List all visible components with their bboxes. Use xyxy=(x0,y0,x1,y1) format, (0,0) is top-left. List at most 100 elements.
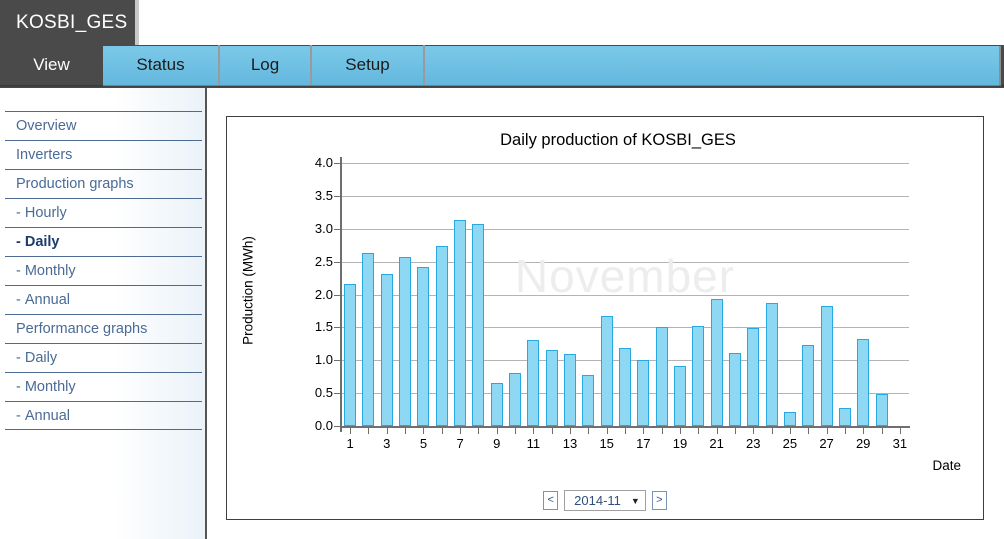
x-tick-label: 29 xyxy=(855,436,871,451)
x-tick-mark xyxy=(734,428,736,434)
x-tick-mark xyxy=(606,428,608,434)
prev-month-button[interactable]: < xyxy=(543,491,559,510)
y-tick-label: 4.0 xyxy=(314,155,333,170)
bar xyxy=(637,360,650,426)
bar xyxy=(417,266,430,426)
tab-status-label: Status xyxy=(136,55,185,74)
bar xyxy=(820,305,833,426)
bar xyxy=(545,349,558,426)
sidebar-item-dash: - xyxy=(16,379,21,395)
sidebar-item-dash: - xyxy=(16,350,21,366)
bar xyxy=(380,274,393,426)
sidebar-item-annual[interactable]: - Annual xyxy=(5,401,202,430)
sidebar-item-annual[interactable]: - Annual xyxy=(5,285,202,314)
chart-title: Daily production of KOSBI_GES xyxy=(500,131,736,149)
title-tab-edge xyxy=(135,0,139,45)
x-tick-label: 15 xyxy=(599,436,614,451)
bar xyxy=(344,283,357,426)
tab-status[interactable]: Status xyxy=(103,45,220,85)
x-axis-label: Date xyxy=(932,458,961,473)
bar xyxy=(673,365,686,426)
month-select-value: 2014-11 xyxy=(574,493,621,508)
bar xyxy=(838,407,851,426)
bar xyxy=(582,374,595,426)
chart-area: Daily production of KOSBI_GES Production… xyxy=(227,117,983,489)
bar xyxy=(362,253,375,426)
main-tabbar: View Status Log Setup xyxy=(0,45,1004,88)
x-tick-mark xyxy=(844,428,846,434)
bar xyxy=(435,245,448,426)
x-tick-mark xyxy=(533,428,535,434)
x-tick-mark xyxy=(826,428,828,434)
y-tick-label: 0.0 xyxy=(314,418,333,433)
x-tick-mark xyxy=(771,428,773,434)
tab-view-label: View xyxy=(33,55,70,74)
y-axis-label: Production (MWh) xyxy=(240,236,256,345)
x-tick-mark xyxy=(661,428,663,434)
x-tick-label: 11 xyxy=(526,436,541,451)
y-tick-label: 2.0 xyxy=(314,286,333,302)
y-tick-label: 1.0 xyxy=(314,352,333,368)
sidebar-item-hourly[interactable]: - Hourly xyxy=(5,198,202,227)
content-area: Daily production of KOSBI_GES Production… xyxy=(207,88,1004,539)
bar xyxy=(454,220,467,426)
sidebar-item-daily[interactable]: - Daily xyxy=(5,227,202,256)
bar xyxy=(564,353,577,426)
tab-setup[interactable]: Setup xyxy=(312,45,425,85)
sidebar: Overview Inverters Production graphs - Hourl… xyxy=(0,88,207,539)
bar xyxy=(619,347,631,426)
bar xyxy=(399,257,412,426)
bar xyxy=(728,353,741,426)
sidebar-item-overview[interactable]: Overview xyxy=(5,111,202,140)
next-month-button[interactable]: > xyxy=(651,491,667,510)
bar xyxy=(472,223,485,426)
x-tick-label: 17 xyxy=(636,436,651,451)
sidebar-item-label: Monthly xyxy=(24,263,76,279)
plot-region: November xyxy=(341,163,909,426)
chevron-down-icon: ▼ xyxy=(630,495,640,506)
bar xyxy=(527,339,540,426)
sidebar-item-label: Daily xyxy=(24,350,58,366)
y-tick-label: 1.5 xyxy=(314,319,333,335)
x-tick-mark xyxy=(478,428,480,434)
sidebar-item-inverters[interactable]: Inverters xyxy=(5,140,202,169)
sidebar-item-dash: - xyxy=(16,205,21,221)
bar xyxy=(490,383,503,426)
sidebar-item-label: Annual xyxy=(24,292,70,308)
month-select[interactable]: 2014-11 ▼ xyxy=(564,490,646,511)
sidebar-item-monthly[interactable]: - Monthly xyxy=(5,256,202,285)
sidebar-item-label: Production graphs xyxy=(16,176,134,192)
sidebar-item-dash: - xyxy=(16,263,21,279)
sidebar-item-label: Annual xyxy=(24,407,70,424)
x-tick-label: 31 xyxy=(892,436,908,451)
x-tick-label: 25 xyxy=(782,436,798,451)
app-title: KOSBI_GES xyxy=(16,11,128,33)
x-tick-label: 13 xyxy=(562,436,578,451)
bar xyxy=(747,328,760,426)
bar xyxy=(509,372,522,426)
x-tick-mark xyxy=(588,428,590,434)
x-tick-mark xyxy=(405,428,407,434)
sidebar-item-dash: - xyxy=(16,407,21,424)
x-tick-mark xyxy=(551,428,553,434)
sidebar-item-daily[interactable]: - Daily xyxy=(5,343,202,372)
bar xyxy=(710,299,723,426)
tab-view[interactable]: View xyxy=(0,45,103,85)
tab-log[interactable]: Log xyxy=(220,45,312,85)
app-header: KOSBI_GES View Status Log Setup xyxy=(0,0,1004,88)
x-tick-mark xyxy=(808,428,810,434)
y-axis-line xyxy=(340,157,342,432)
sidebar-nav-list: Overview Inverters Production graphs - Hourl… xyxy=(5,111,202,430)
x-tick-mark xyxy=(496,428,498,434)
sidebar-item-performance-graphs[interactable]: Performance graphs xyxy=(5,314,202,343)
sidebar-item-production-graphs[interactable]: Production graphs xyxy=(5,169,202,198)
x-tick-mark xyxy=(698,428,700,434)
bar xyxy=(857,339,870,426)
sidebar-item-monthly[interactable]: - Monthly xyxy=(5,372,202,401)
sidebar-item-label: Hourly xyxy=(24,205,67,221)
x-tick-label: 19 xyxy=(672,436,688,451)
x-tick-mark xyxy=(899,428,901,434)
sidebar-item-label: Daily xyxy=(24,234,60,250)
date-navigator: < 2014-11 ▼ > xyxy=(227,490,983,511)
x-tick-label: 5 xyxy=(419,436,428,451)
